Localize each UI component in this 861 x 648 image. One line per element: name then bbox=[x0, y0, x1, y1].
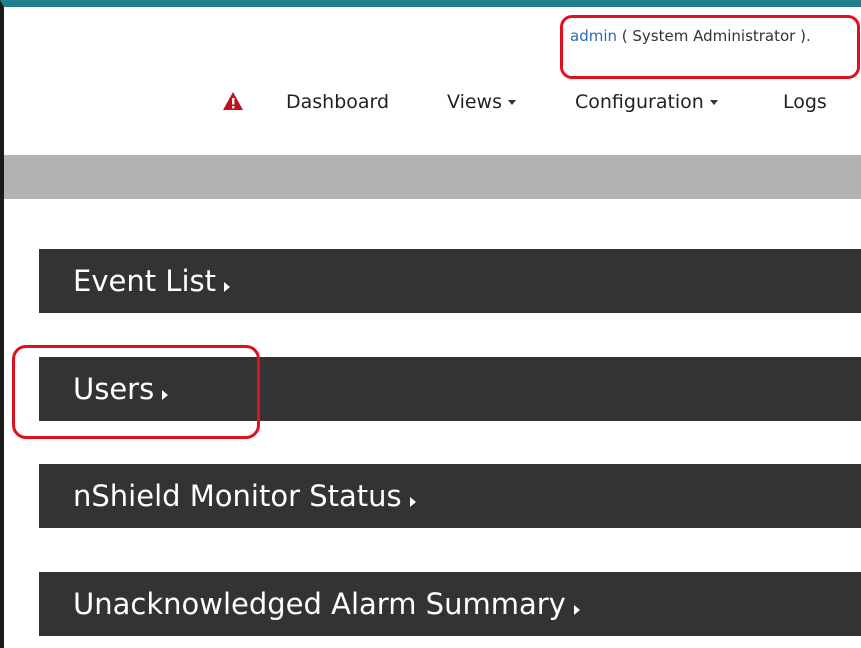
panel-nshield-monitor-status[interactable]: nShield Monitor Status bbox=[39, 464, 861, 528]
nav-configuration-label: Configuration bbox=[575, 91, 704, 113]
nav-dashboard[interactable]: Dashboard bbox=[286, 89, 389, 115]
chevron-down-icon bbox=[709, 100, 718, 105]
panel-title: Event List bbox=[73, 264, 216, 298]
users-highlight-annotation bbox=[12, 345, 260, 439]
user-highlight-annotation bbox=[560, 15, 860, 79]
panel-unacknowledged-alarm-summary[interactable]: Unacknowledged Alarm Summary bbox=[39, 572, 861, 636]
chevron-down-icon bbox=[508, 100, 516, 105]
caret-right-icon bbox=[409, 497, 416, 507]
app-window: admin ( System Administrator ). Dashboar… bbox=[0, 0, 861, 648]
nav-logs[interactable]: Logs bbox=[783, 89, 827, 115]
toolbar-strip bbox=[4, 155, 861, 199]
nav-views-label: Views bbox=[447, 91, 502, 113]
caret-right-icon bbox=[224, 282, 230, 292]
caret-right-icon bbox=[573, 605, 580, 615]
top-nav: Dashboard Views Configuration Logs bbox=[4, 89, 861, 115]
warning-icon[interactable] bbox=[222, 91, 244, 111]
nav-configuration[interactable]: Configuration bbox=[575, 89, 718, 115]
nav-views[interactable]: Views bbox=[447, 89, 516, 115]
panel-title: nShield Monitor Status bbox=[73, 479, 402, 513]
panel-title: Unacknowledged Alarm Summary bbox=[73, 587, 566, 621]
panel-event-list[interactable]: Event List bbox=[39, 249, 861, 313]
